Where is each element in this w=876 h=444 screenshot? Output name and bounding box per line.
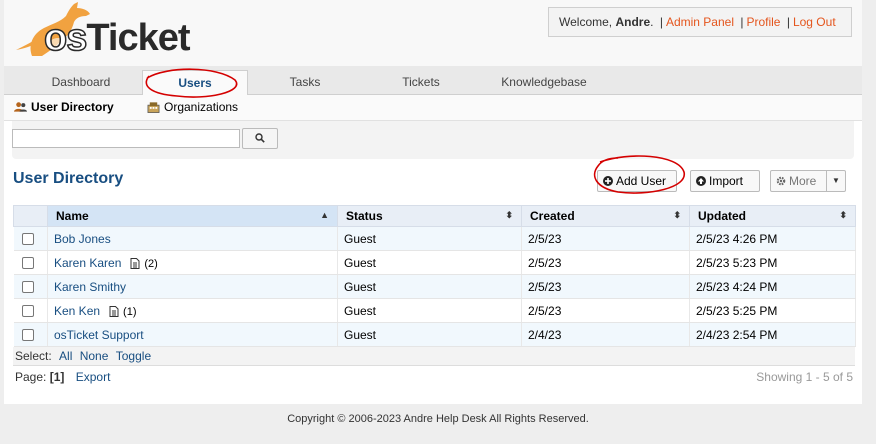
table-row: Ken Ken (1) Guest 2/5/23 2/5/23 5:25 PM: [13, 298, 856, 323]
admin-panel-link[interactable]: Admin Panel: [666, 15, 734, 29]
status-cell: Guest: [337, 274, 522, 299]
column-header-created[interactable]: Created ⬍: [521, 205, 690, 227]
welcome-suffix: .: [650, 15, 654, 29]
table-row: Bob Jones Guest 2/5/23 2/5/23 4:26 PM: [13, 226, 856, 251]
chevron-down-icon: ▼: [826, 171, 845, 191]
user-name-link[interactable]: Bob Jones: [54, 232, 111, 246]
status-cell: Guest: [337, 322, 522, 347]
subnav-label: User Directory: [31, 100, 114, 114]
user-table: Name ▲ Status ⬍ Created ⬍ Updated ⬍ Bob Jone…: [13, 205, 856, 347]
updated-cell: 2/5/23 5:25 PM: [689, 298, 856, 323]
search-input[interactable]: [12, 129, 240, 148]
separator: |: [740, 15, 744, 29]
tab-tasks[interactable]: Tasks: [254, 70, 356, 95]
page-label: Page:: [15, 370, 47, 384]
footer-copyright: Copyright © 2006-2023 Andre Help Desk Al…: [287, 413, 589, 425]
current-page: [1]: [49, 370, 65, 384]
building-icon: [147, 102, 160, 113]
profile-link[interactable]: Profile: [746, 15, 780, 29]
table-row: Karen Karen (2) Guest 2/5/23 2/5/23 5:23 …: [13, 250, 856, 275]
row-checkbox[interactable]: [21, 257, 34, 270]
page-container: osTicket Welcome, Andre. | Admin Panel | P…: [4, 0, 862, 404]
more-label: More: [789, 174, 817, 188]
more-dropdown-button[interactable]: More ▼: [770, 170, 846, 192]
tab-tickets[interactable]: Tickets: [366, 70, 476, 95]
sort-icon: ⬍: [673, 210, 681, 220]
sort-icon: ⬍: [505, 210, 513, 220]
add-user-button[interactable]: Add User: [597, 170, 677, 192]
select-label: Select:: [15, 349, 52, 363]
column-header-name[interactable]: Name ▲: [47, 205, 338, 227]
notes-count: (2): [144, 257, 158, 270]
select-controls: Select: All None Toggle: [13, 347, 855, 366]
created-cell: 2/5/23: [521, 274, 690, 299]
notes-icon[interactable]: [109, 305, 119, 317]
header: osTicket Welcome, Andre. | Admin Panel | P…: [4, 0, 862, 66]
welcome-box: Welcome, Andre. | Admin Panel | Profile | L…: [548, 7, 852, 37]
import-label: Import: [709, 174, 744, 188]
updated-cell: 2/5/23 4:26 PM: [689, 226, 856, 251]
user-name-link[interactable]: osTicket Support: [54, 328, 144, 342]
created-cell: 2/5/23: [521, 298, 690, 323]
user-name-link[interactable]: Ken Ken: [54, 304, 100, 318]
select-none-link[interactable]: None: [80, 349, 109, 363]
logo-wordmark: osTicket: [43, 16, 190, 60]
user-name-link[interactable]: Karen Smithy: [54, 280, 126, 294]
plus-circle-icon: [603, 176, 613, 186]
separator: |: [786, 15, 790, 29]
tab-dashboard[interactable]: Dashboard: [21, 70, 141, 95]
created-cell: 2/5/23: [521, 250, 690, 275]
select-all-link[interactable]: All: [59, 349, 72, 363]
select-toggle-link[interactable]: Toggle: [116, 349, 151, 363]
log-out-link[interactable]: Log Out: [793, 15, 836, 29]
upload-circle-icon: [696, 176, 706, 186]
tab-knowledgebase[interactable]: Knowledgebase: [482, 70, 606, 95]
row-checkbox[interactable]: [21, 233, 34, 246]
import-button[interactable]: Import: [690, 170, 760, 192]
subnav-organizations[interactable]: Organizations: [147, 100, 238, 114]
table-header-row: Name ▲ Status ⬍ Created ⬍ Updated ⬍: [13, 205, 856, 227]
subnav-user-directory[interactable]: User Directory: [14, 100, 114, 114]
search-button[interactable]: [242, 128, 278, 149]
status-cell: Guest: [337, 226, 522, 251]
updated-cell: 2/4/23 2:54 PM: [689, 322, 856, 347]
search-bar: [12, 121, 854, 159]
results-count: Showing 1 - 5 of 5: [756, 370, 853, 384]
separator: |: [659, 15, 663, 29]
subnav-label: Organizations: [164, 100, 239, 114]
osticket-logo[interactable]: osTicket: [14, 0, 204, 66]
tab-users[interactable]: Users: [142, 70, 248, 96]
welcome-prefix: Welcome,: [559, 15, 616, 29]
column-header-status[interactable]: Status ⬍: [337, 205, 522, 227]
updated-cell: 2/5/23 5:23 PM: [689, 250, 856, 275]
row-checkbox[interactable]: [21, 329, 34, 342]
gear-icon: [776, 176, 786, 186]
users-icon: [14, 102, 27, 112]
created-cell: 2/5/23: [521, 226, 690, 251]
created-cell: 2/4/23: [521, 322, 690, 347]
sub-nav: User Directory Organizations: [4, 95, 862, 121]
select-column-header: [13, 205, 48, 227]
sort-icon: ⬍: [839, 210, 847, 220]
sort-asc-icon: ▲: [320, 210, 329, 220]
pagination: Page: [1] Export: [15, 370, 110, 384]
user-name-link[interactable]: Karen Karen: [54, 256, 121, 270]
updated-cell: 2/5/23 4:24 PM: [689, 274, 856, 299]
search-icon: [255, 133, 265, 143]
table-row: Karen Smithy Guest 2/5/23 2/5/23 4:24 PM: [13, 274, 856, 299]
column-header-updated[interactable]: Updated ⬍: [689, 205, 856, 227]
add-user-label: Add User: [616, 174, 667, 188]
notes-icon[interactable]: [130, 257, 140, 269]
page-title: User Directory: [13, 170, 124, 187]
row-checkbox[interactable]: [21, 281, 34, 294]
table-row: osTicket Support Guest 2/4/23 2/4/23 2:5…: [13, 322, 856, 347]
notes-count: (1): [123, 305, 137, 318]
export-link[interactable]: Export: [76, 370, 111, 384]
main-nav: Dashboard Users Tasks Tickets Knowledgeb…: [4, 66, 862, 96]
row-checkbox[interactable]: [21, 305, 34, 318]
username: Andre: [615, 15, 651, 29]
status-cell: Guest: [337, 298, 522, 323]
status-cell: Guest: [337, 250, 522, 275]
